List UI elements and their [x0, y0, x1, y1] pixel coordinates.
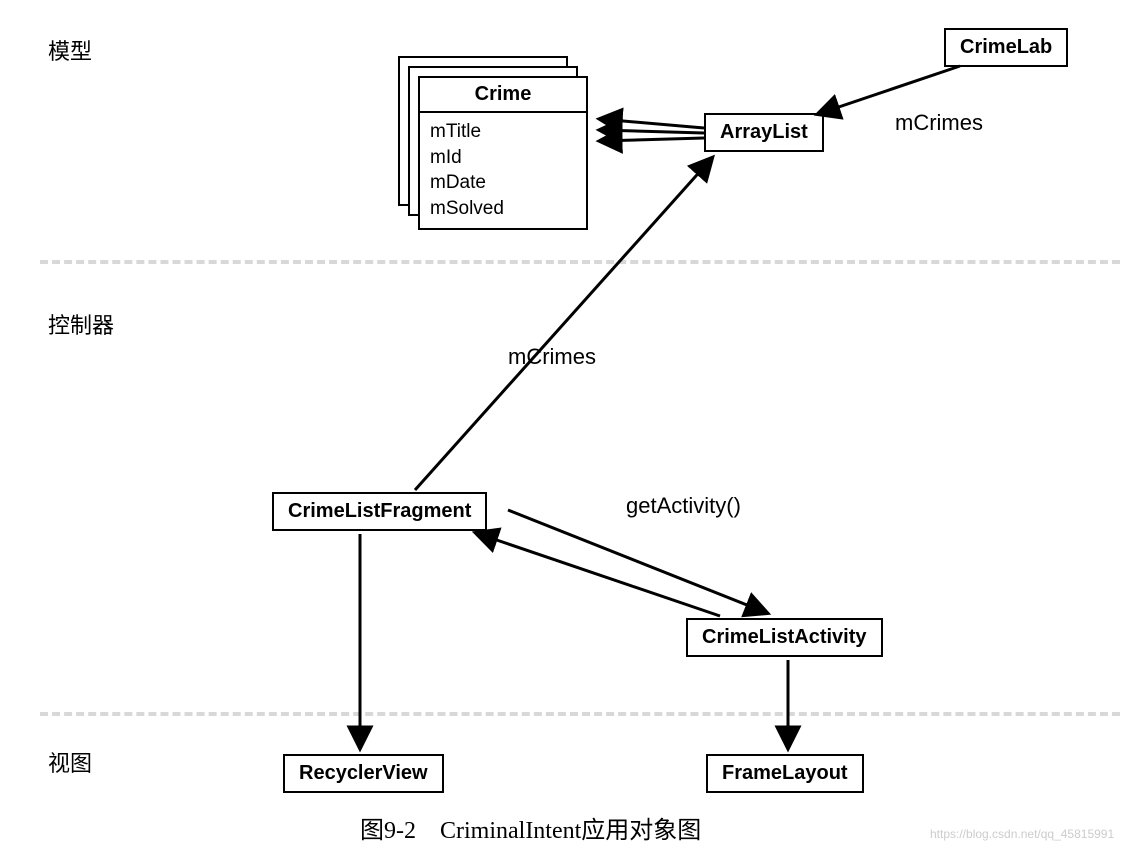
- arrows-overlay: [0, 0, 1147, 855]
- diagram-canvas: 模型 控制器 视图 CrimeLab ArrayList Crime mTitl…: [0, 0, 1147, 855]
